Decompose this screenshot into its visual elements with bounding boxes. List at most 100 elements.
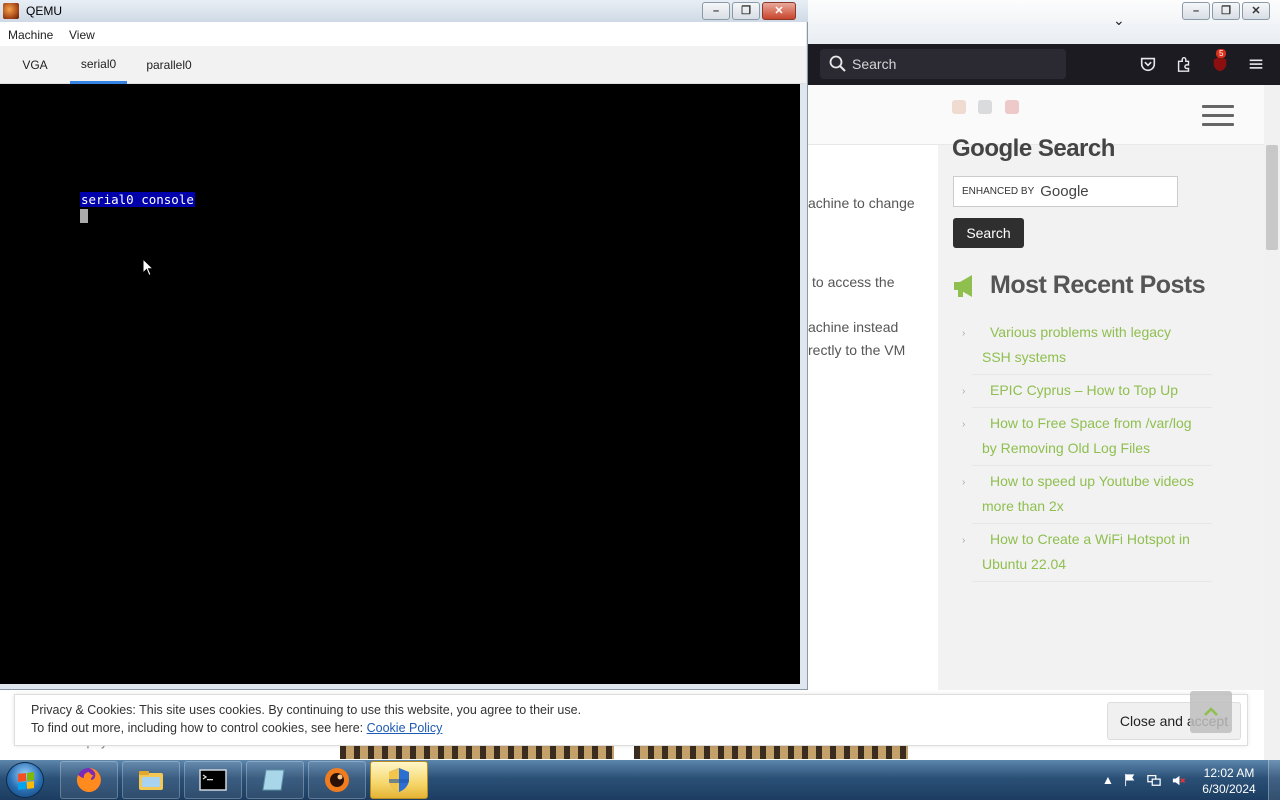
recent-post-item[interactable]: › Various problems with legacy SSH syste… xyxy=(962,317,1212,375)
google-icon[interactable] xyxy=(978,100,992,114)
article-image xyxy=(634,745,908,759)
recent-post-link[interactable]: How to speed up Youtube videos xyxy=(990,469,1212,494)
taskbar-cmd[interactable] xyxy=(184,761,242,799)
site-menu-button[interactable] xyxy=(1202,105,1234,127)
recent-post-link[interactable]: SSH systems xyxy=(982,349,1066,365)
recent-post-link[interactable]: more than 2x xyxy=(982,498,1064,514)
recent-post-item[interactable]: › How to Free Space from /var/log by Rem… xyxy=(962,408,1212,466)
recent-post-link[interactable]: How to Create a WiFi Hotspot in xyxy=(990,527,1212,552)
chevron-down-icon[interactable]: ⌄ xyxy=(1113,12,1125,29)
start-button[interactable] xyxy=(6,762,44,798)
taskbar-firefox[interactable] xyxy=(60,761,118,799)
explorer-icon xyxy=(139,771,163,790)
text-cursor xyxy=(80,209,88,223)
minimize-button[interactable]: – xyxy=(702,2,730,20)
recent-post-link[interactable]: How to Free Space from /var/log xyxy=(990,411,1212,436)
recent-post-item[interactable]: › EPIC Cyprus – How to Top Up xyxy=(962,375,1212,408)
restore-icon: ❐ xyxy=(1221,4,1231,17)
scroll-to-top-button[interactable] xyxy=(1190,691,1232,733)
article-content: achine to change to access the achine in… xyxy=(808,145,938,760)
google-search-button[interactable]: Search xyxy=(953,218,1024,248)
rss-icon[interactable] xyxy=(952,100,966,114)
extensions-puzzle-icon[interactable] xyxy=(1174,54,1194,74)
article-text-fragment: to access the xyxy=(812,274,895,290)
sidebar: Google Search ENHANCED BY Google Search … xyxy=(950,135,1218,582)
article-text-fragment: rectly to the VM xyxy=(808,342,906,358)
taskbar-explorer[interactable] xyxy=(122,761,180,799)
clock-time[interactable]: 12:02 AM xyxy=(1196,766,1262,780)
cookie-banner: Privacy & Cookies: This site uses cookie… xyxy=(14,694,1248,746)
menu-machine[interactable]: Machine xyxy=(8,28,53,42)
cmd-icon xyxy=(199,769,227,791)
minimize-button[interactable]: – xyxy=(1182,2,1210,20)
qemu-titlebar: QEMU – ❐ ✕ xyxy=(0,0,808,22)
firefox-icon xyxy=(76,768,101,792)
close-icon: ✕ xyxy=(774,4,784,17)
windows-logo-icon xyxy=(18,772,34,790)
taskbar-uac-shield[interactable] xyxy=(370,761,428,799)
article-text-fragment: achine to change xyxy=(808,195,915,211)
recent-post-link[interactable]: EPIC Cyprus – How to Top Up xyxy=(990,378,1212,403)
recent-post-link[interactable]: Various problems with legacy xyxy=(990,320,1212,345)
google-search-title: Google Search xyxy=(952,135,1115,162)
google-logo: Google xyxy=(1040,183,1089,200)
chevron-right-icon: › xyxy=(962,386,966,397)
google-enhanced-label: ENHANCED BY xyxy=(962,186,1035,197)
clock-date[interactable]: 6/30/2024 xyxy=(1196,782,1262,796)
console-output-line: serial0 console xyxy=(80,192,195,207)
tab-parallel0[interactable]: parallel0 xyxy=(140,46,198,84)
search-icon xyxy=(829,55,846,72)
recent-post-link[interactable]: Ubuntu 22.04 xyxy=(982,556,1066,572)
cookie-notice-prefix: To find out more, including how to contr… xyxy=(31,721,367,735)
maximize-button[interactable]: ❐ xyxy=(732,2,760,20)
qemu-window: QEMU – ❐ ✕ Machine View VGA serial0 para… xyxy=(0,0,808,690)
show-desktop-button[interactable] xyxy=(1268,760,1280,800)
network-icon[interactable] xyxy=(1146,772,1162,788)
menu-view[interactable]: View xyxy=(69,28,95,42)
recent-posts-list: › Various problems with legacy SSH syste… xyxy=(962,317,1212,582)
article-text-fragment: achine instead xyxy=(808,319,899,335)
close-icon: ✕ xyxy=(1251,4,1261,17)
browser-search-placeholder: Search xyxy=(852,56,897,72)
action-center-flag-icon[interactable] xyxy=(1122,772,1138,788)
uac-shield-icon xyxy=(389,768,409,792)
console-tabs: VGA serial0 parallel0 xyxy=(0,46,806,84)
cookie-policy-link[interactable]: Cookie Policy xyxy=(367,721,443,735)
chevron-right-icon: › xyxy=(962,419,966,430)
maximize-button[interactable]: ❐ xyxy=(1212,2,1240,20)
taskbar-notepad[interactable] xyxy=(246,761,304,799)
tab-serial0[interactable]: serial0 xyxy=(70,46,127,84)
minimize-icon: – xyxy=(1192,4,1200,17)
show-hidden-icons-button[interactable]: ▲ xyxy=(1100,772,1116,788)
megaphone-icon xyxy=(954,274,972,297)
menu-bar: Machine View xyxy=(0,22,806,46)
browser-search-field[interactable]: Search xyxy=(820,49,1066,79)
chevron-right-icon: › xyxy=(962,328,966,339)
recent-posts-title: Most Recent Posts xyxy=(990,271,1206,299)
scrollbar-thumb[interactable] xyxy=(1266,145,1278,250)
menu-icon[interactable] xyxy=(1246,54,1266,74)
recent-post-item[interactable]: › How to Create a WiFi Hotspot in Ubuntu… xyxy=(962,524,1212,582)
chevron-up-icon xyxy=(1204,707,1218,716)
recent-post-link[interactable]: by Removing Old Log Files xyxy=(982,440,1150,456)
recent-post-item[interactable]: › How to speed up Youtube videos more th… xyxy=(962,466,1212,524)
serial-console-terminal[interactable]: serial0 console xyxy=(0,84,800,684)
page-scrollbar[interactable] xyxy=(1264,85,1280,760)
email-icon[interactable] xyxy=(1005,100,1019,114)
close-button[interactable]: ✕ xyxy=(1242,2,1270,20)
restore-icon: ❐ xyxy=(741,4,751,17)
window-title: QEMU xyxy=(26,4,62,18)
qemu-window-controls: – ❐ ✕ xyxy=(700,2,796,20)
tab-vga[interactable]: VGA xyxy=(14,46,56,84)
close-button[interactable]: ✕ xyxy=(762,2,796,20)
qemu-app-icon xyxy=(3,3,19,19)
qemu-icon xyxy=(325,768,349,792)
notepad-icon xyxy=(262,769,285,791)
pocket-icon[interactable] xyxy=(1138,54,1158,74)
volume-muted-icon[interactable] xyxy=(1170,772,1186,788)
web-page: achine to change to access the achine in… xyxy=(808,85,1264,760)
google-search-input[interactable]: ENHANCED BY Google xyxy=(953,176,1178,207)
minimize-icon: – xyxy=(712,4,720,17)
taskbar-qemu[interactable] xyxy=(308,761,366,799)
taskbar: ▲ 12:02 AM 6/30/2024 xyxy=(0,760,1280,800)
